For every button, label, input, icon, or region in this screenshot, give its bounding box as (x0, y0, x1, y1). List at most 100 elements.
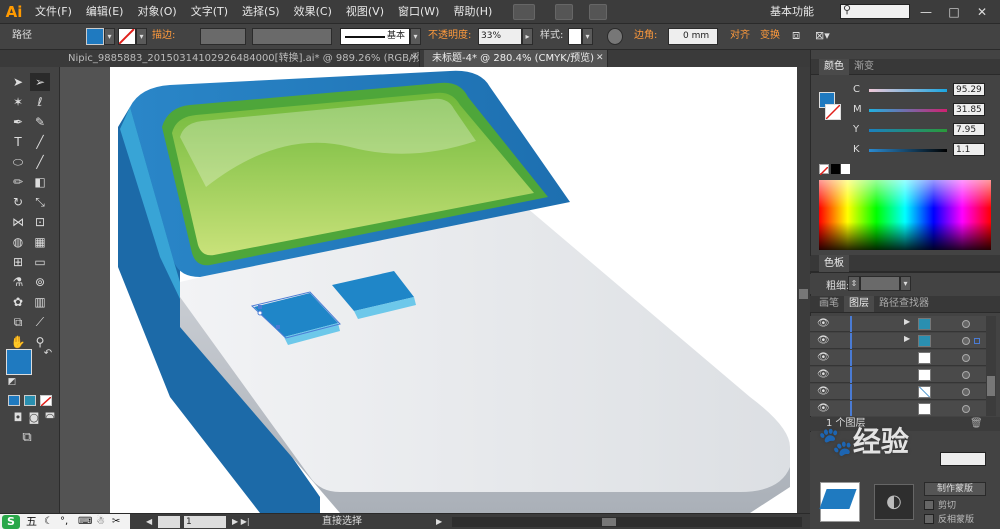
tab-gradient[interactable]: 渐变 (849, 59, 879, 75)
stroke-dropdown[interactable]: ▾ (136, 28, 147, 45)
scrollbar-thumb[interactable] (799, 289, 808, 299)
eyedropper-tool-icon[interactable]: ⚗ (8, 273, 28, 291)
transform-link[interactable]: 变换 (760, 27, 780, 45)
target-icon[interactable] (962, 388, 970, 396)
artboard-number-field[interactable]: 1 (184, 516, 226, 528)
maximize-button[interactable]: □ (944, 4, 964, 20)
target-icon[interactable] (962, 337, 970, 345)
none-swatch[interactable] (819, 164, 829, 176)
column-graph-tool-icon[interactable]: ▥ (30, 293, 50, 311)
tab-color[interactable]: 颜色 (819, 59, 849, 75)
artboard[interactable] (110, 67, 797, 513)
swatches-tab[interactable]: 色板 (819, 256, 849, 272)
none-mode-icon[interactable] (40, 395, 52, 407)
fill-color-box[interactable] (6, 349, 32, 375)
stroke-weight-input[interactable] (860, 276, 900, 291)
tab-untitled-4[interactable]: 未标题-4* @ 280.4% (CMYK/预览) (424, 50, 608, 67)
arrange-documents-icon[interactable] (555, 3, 574, 20)
black-value[interactable]: 1.1 (953, 143, 985, 156)
ime-mode[interactable]: 五 (26, 514, 37, 529)
menu-view[interactable]: 视图(V) (339, 0, 391, 24)
ime-keyboard-icon[interactable]: ⌨ (78, 514, 92, 529)
draw-inside-icon[interactable]: ◚ (40, 409, 60, 427)
expand-icon[interactable]: ▶ (904, 317, 910, 326)
prev-artboard-icon[interactable]: ◀ (146, 514, 152, 529)
status-menu-arrow-icon[interactable]: ▶ (436, 514, 442, 529)
workspace-switcher[interactable]: 基本功能 (770, 3, 838, 21)
tab-pathfinder[interactable]: 路径查找器 (874, 296, 934, 312)
type-tool-icon[interactable]: T (8, 133, 28, 151)
paintbrush-tool-icon[interactable]: ╱ (30, 153, 50, 171)
ime-punct-icon[interactable]: °, (60, 514, 68, 529)
mesh-tool-icon[interactable]: ⊞ (8, 253, 28, 271)
tab-nipic-doc[interactable]: Nipic_9885883_20150314102926484000[转换].a… (60, 50, 420, 67)
width-tool-icon[interactable]: ⋈ (8, 213, 28, 231)
stroke-label[interactable]: 描边: (152, 27, 175, 45)
slider-track[interactable] (869, 89, 947, 92)
artboard-tool-icon[interactable]: ⧉ (8, 313, 28, 331)
line-tool-icon[interactable]: ╱ (30, 133, 50, 151)
align-link[interactable]: 对齐 (730, 27, 750, 45)
menu-help[interactable]: 帮助(H) (446, 0, 499, 24)
slider-track[interactable] (869, 149, 947, 152)
curvature-tool-icon[interactable]: ✎ (30, 113, 50, 131)
recolor-artwork-icon[interactable] (607, 28, 623, 45)
horizontal-scrollbar[interactable] (452, 517, 802, 527)
anchor-point[interactable] (276, 325, 280, 329)
slider-track[interactable] (869, 109, 947, 112)
canvas-vertical-scrollbar[interactable] (797, 67, 810, 513)
expand-icon[interactable]: ▶ (904, 334, 910, 343)
fill-swatch[interactable] (86, 28, 104, 45)
magic-wand-tool-icon[interactable]: ✶ (8, 93, 28, 111)
stroke-weight-dropdown[interactable]: ▾ (900, 276, 911, 291)
layer-row[interactable]: 👁 (810, 384, 986, 400)
corner-label[interactable]: 边角: (634, 27, 657, 45)
opacity-dropdown[interactable]: ▸ (522, 28, 533, 45)
ime-tools-icon[interactable]: ✂ (112, 514, 120, 529)
stroke-swatch[interactable] (118, 28, 136, 45)
target-icon[interactable] (962, 371, 970, 379)
black-swatch[interactable] (831, 164, 840, 174)
blend-tool-icon[interactable]: ⊚ (30, 273, 50, 291)
zoom-field[interactable] (158, 516, 180, 528)
scale-tool-icon[interactable]: ⤡ (30, 193, 50, 211)
minimize-button[interactable]: — (916, 4, 936, 20)
shape-builder-tool-icon[interactable]: ◍ (8, 233, 28, 251)
slider-track[interactable] (869, 129, 947, 132)
eye-icon[interactable]: 👁 (817, 318, 831, 330)
default-colors-icon[interactable]: ◩ (2, 373, 22, 391)
eye-icon[interactable]: 👁 (817, 335, 831, 347)
gradient-tool-icon[interactable]: ▭ (30, 253, 50, 271)
isolate-object-icon[interactable]: ⧈ (792, 27, 800, 45)
anchor-handle[interactable] (257, 310, 263, 316)
selection-tool-icon[interactable]: ➤ (8, 73, 28, 91)
ime-toolbar[interactable]: S 五 ☾ °, ⌨ ☃ ✂ (0, 514, 130, 529)
gpu-icon[interactable] (589, 3, 608, 20)
graphic-style-swatch[interactable] (568, 28, 582, 45)
shape-options-icon[interactable]: ⊠▾ (815, 27, 830, 45)
black-slider[interactable]: K 1.1 (853, 143, 1000, 158)
magenta-slider[interactable]: M 31.85 (853, 103, 1000, 118)
slice-tool-icon[interactable]: ⟋ (30, 313, 50, 331)
pencil-tool-icon[interactable]: ✏ (8, 173, 28, 191)
tab-brushes[interactable]: 画笔 (814, 296, 844, 312)
variable-width-field[interactable] (252, 28, 332, 45)
tab-close-icon[interactable]: ✕ (596, 50, 604, 67)
eye-icon[interactable]: 👁 (817, 369, 831, 381)
ime-skin-icon[interactable]: ☃ (96, 514, 105, 529)
brush-dropdown[interactable]: ▾ (410, 28, 421, 45)
yellow-value[interactable]: 7.95 (953, 123, 985, 136)
clip-checkbox[interactable] (924, 500, 934, 510)
bridge-icon[interactable] (513, 3, 536, 20)
menu-edit[interactable]: 编辑(E) (79, 0, 131, 24)
ime-moon-icon[interactable]: ☾ (44, 514, 53, 529)
free-transform-tool-icon[interactable]: ⊡ (30, 213, 50, 231)
eye-icon[interactable]: 👁 (817, 403, 831, 415)
selection-indicator[interactable] (974, 338, 980, 344)
white-swatch[interactable] (841, 164, 850, 174)
symbol-sprayer-tool-icon[interactable]: ✿ (8, 293, 28, 311)
invert-mask-checkbox[interactable] (924, 514, 934, 524)
layer-row[interactable]: 👁 (810, 350, 986, 366)
menu-object[interactable]: 对象(O) (130, 0, 183, 24)
tab-close-icon[interactable]: ✕ (410, 50, 418, 67)
